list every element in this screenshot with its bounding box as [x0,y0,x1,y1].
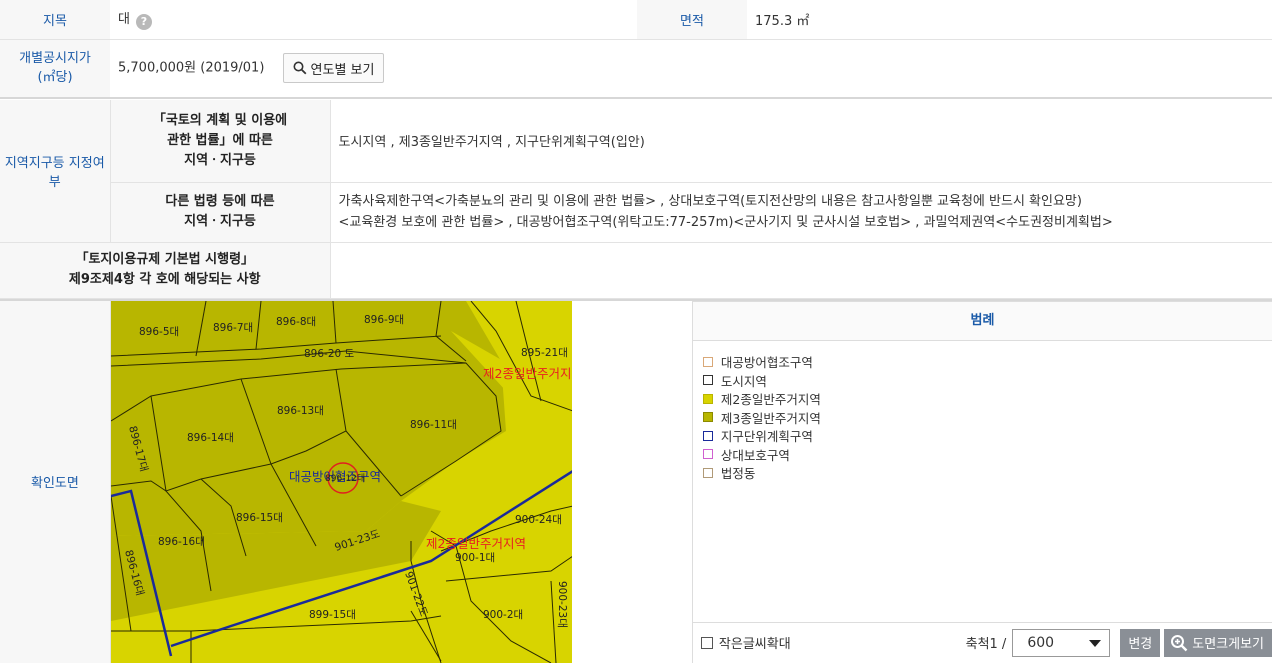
parcel-label: 896-13대 [277,405,324,417]
parcel-label: 896-11대 [410,419,457,431]
jimok-value-cell: 대? [110,0,637,40]
parcel-label: 900-24대 [515,514,562,526]
parcel-label: 896-9대 [364,314,404,326]
map-controls: 작은글씨확대 축척1 / 600 변경 도면크게보기 [692,621,1272,663]
legend-label: 상대보호구역 [720,447,790,463]
chevron-down-icon [1089,639,1102,647]
search-icon [293,61,306,75]
legend-item: 제3종일반주거지역 [702,408,1272,427]
year-view-button[interactable]: 연도별 보기 [282,53,385,84]
big-map-label: 도면크게보기 [1192,637,1265,652]
legend-swatch [702,430,713,441]
parcel-label: 896-12대 [325,473,365,484]
legend-label: 제2종일반주거지역 [720,392,821,408]
zone2-label: 제2종일반주거지역 [426,536,526,551]
area-label: 면적 [637,0,747,40]
parcel-label: 896-14대 [187,432,234,444]
cadastral-map-svg: 896-5대 896-7대 896-8대 896-9대 896-20 도 895… [110,300,573,663]
legend-label: 지구단위계획구역 [720,429,813,445]
scale-value: 600 [1027,634,1055,651]
law1-label: 「국토의 계획 및 이용에 관한 법률」에 따른 지역ㆍ지구등 [109,100,330,183]
legend-item: 상대보호구역 [702,445,1272,464]
parcel-label: 900-2대 [483,609,523,621]
price-label: 개별공시지가 (㎡당) [0,39,110,99]
cadastral-map[interactable]: 896-5대 896-7대 896-8대 896-9대 896-20 도 895… [110,300,573,663]
scale-label: 축척1 / [965,637,1007,652]
legend-item: 대공방어협조구역 [702,353,1272,372]
law1-value: 도시지역 , 제3종일반주거지역 , 지구단위계획구역(입안) [329,100,1272,183]
legend-swatch [702,467,713,478]
legend-label: 대공방어협조구역 [720,355,813,371]
legend-swatch [702,375,713,386]
map-label: 확인도면 [0,300,111,663]
law2-label: 다른 법령 등에 따른 지역ㆍ지구등 [109,182,330,243]
land-info-table: 지목 대? 면적 175.3 ㎡ 개별공시지가 (㎡당) 5,700,000원 … [0,0,1272,299]
small-text-label[interactable]: 작은글씨확대 [719,633,791,652]
parcel-label: 896-20 도 [304,348,355,360]
parcel-label: 896-15대 [236,512,283,524]
legend-item: 제2종일반주거지역 [702,390,1272,409]
price-value: 5,700,000원 (2019/01) [118,60,265,76]
law2-value: 가축사육제한구역<가축분뇨의 관리 및 이용에 관한 법률> , 상대보호구역(… [329,182,1272,243]
legend-item: 도시지역 [702,371,1272,390]
legend-swatch [702,393,713,404]
map-gap [572,301,692,663]
legend-panel: 범례 대공방어협조구역도시지역제2종일반주거지역제3종일반주거지역지구단위계획구… [691,300,1272,663]
year-view-label: 연도별 보기 [310,62,375,78]
parcel-label: 896-8대 [276,316,316,328]
map-section: 확인도면 896-5대 896-7대 896-8대 896-9대 896-20 … [0,298,1272,663]
legend-swatch [702,356,713,367]
parcel-label: 900-23대 [556,581,568,628]
legend-label: 도시지역 [720,373,767,389]
parcel-label: 899-15대 [309,609,356,621]
change-button[interactable]: 변경 [1120,628,1161,657]
area-value: 175.3 ㎡ [747,0,1272,40]
zoom-icon [1171,634,1188,651]
parcel-label: 896-5대 [139,326,179,338]
help-icon[interactable]: ? [135,14,152,31]
parcel-label: 895-21대 [521,347,568,359]
parcel-label: 896-7대 [213,322,253,334]
small-text-checkbox[interactable] [700,636,713,649]
enforcement-label: 「토지이용규제 기본법 시행령」 제9조제4항 각 호에 해당되는 사항 [0,242,330,299]
legend-swatch [702,449,713,460]
legend-swatch [702,412,713,423]
legend-item: 지구단위계획구역 [702,427,1272,446]
jimok-label: 지목 [0,0,110,40]
legend-title: 범례 [692,301,1272,341]
big-map-button[interactable]: 도면크게보기 [1164,628,1272,657]
legend-label: 법정동 [720,466,756,482]
scale-select[interactable]: 600 [1012,628,1111,657]
price-cell: 5,700,000원 (2019/01) 연도별 보기 [110,39,1272,99]
parcel-label: 900-1대 [455,552,495,564]
legend-item: 법정동 [702,464,1272,483]
zoning-label: 지역지구등 지정여부 [0,100,110,243]
zone2-label: 제2종일반주거지역 [483,366,572,381]
jimok-value: 대 [118,12,130,28]
legend-list: 대공방어협조구역도시지역제2종일반주거지역제3종일반주거지역지구단위계획구역상대… [693,341,1272,483]
parcel-label: 896-16대 [158,536,205,548]
enforcement-value [329,242,1272,299]
legend-label: 제3종일반주거지역 [720,410,821,426]
